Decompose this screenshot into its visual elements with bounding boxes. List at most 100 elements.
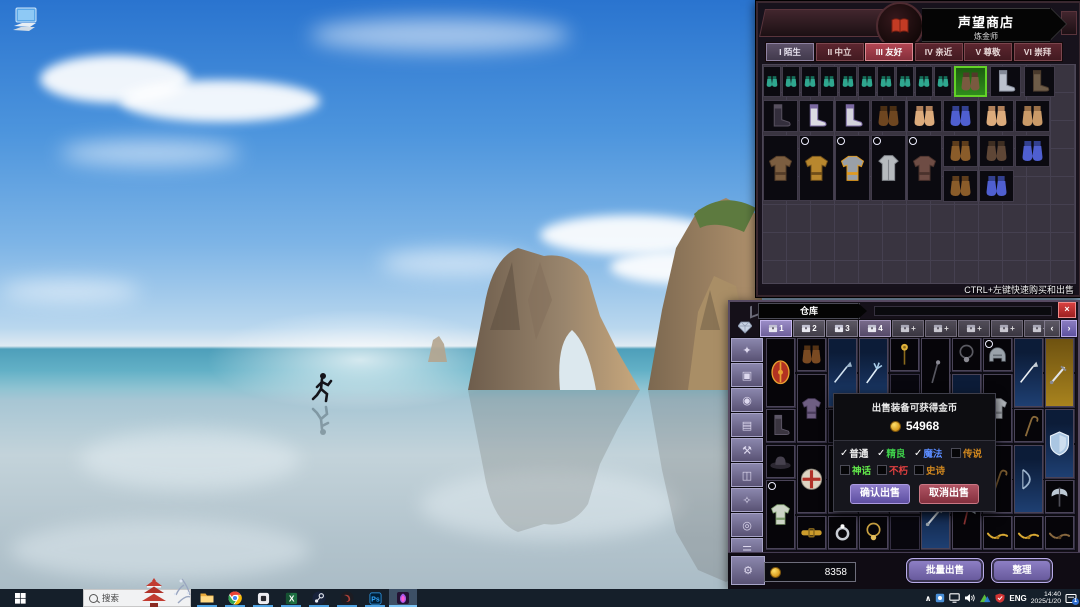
shop-item-boots[interactable] bbox=[763, 100, 798, 132]
cancel-sell-button[interactable]: 取消出售 bbox=[919, 484, 979, 504]
warehouse-item-axe2[interactable] bbox=[1045, 480, 1074, 513]
rarity-option-checkbox[interactable]: ✓魔法 bbox=[914, 446, 951, 460]
shop-item-gloves[interactable] bbox=[979, 170, 1014, 202]
close-icon[interactable]: × bbox=[1058, 302, 1076, 318]
rarity-option-checkbox[interactable]: 传说 bbox=[951, 446, 988, 460]
shop-item-gloves[interactable] bbox=[858, 66, 876, 97]
warehouse-item-gloves[interactable] bbox=[797, 338, 826, 371]
warehouse-tab-2[interactable]: 2 bbox=[793, 320, 825, 337]
shop-item-boots[interactable] bbox=[835, 100, 870, 132]
search-input[interactable]: 搜索 bbox=[83, 589, 191, 607]
warehouse-item-helmet[interactable] bbox=[983, 338, 1012, 371]
warehouse-tab-+[interactable]: + bbox=[925, 320, 957, 337]
shop-item-gloves[interactable] bbox=[907, 100, 942, 132]
warehouse-item-cane[interactable] bbox=[1014, 409, 1043, 442]
warehouse-item-hat[interactable] bbox=[766, 445, 795, 478]
shop-tab-6[interactable]: VI 崇拜 bbox=[1014, 43, 1062, 61]
filter-wands-icon[interactable]: ✧ bbox=[731, 488, 763, 512]
shop-item-boots[interactable] bbox=[990, 66, 1021, 97]
warehouse-tab-+[interactable]: + bbox=[892, 320, 924, 337]
shop-item-gloves[interactable] bbox=[1015, 100, 1050, 132]
shop-item-gloves[interactable] bbox=[915, 66, 933, 97]
shop-item-gloves[interactable] bbox=[871, 100, 906, 132]
shop-tab-4[interactable]: IV 亲近 bbox=[915, 43, 963, 61]
rarity-option-checkbox[interactable]: 神话 bbox=[840, 463, 877, 477]
shop-item-gloves[interactable] bbox=[877, 66, 895, 97]
warehouse-item-boots[interactable] bbox=[766, 409, 795, 442]
warehouse-tab-3[interactable]: 3 bbox=[826, 320, 858, 337]
warehouse-tab-1[interactable]: 1 bbox=[760, 320, 792, 337]
shop-item-gloves[interactable] bbox=[943, 170, 978, 202]
warehouse-item-scepter[interactable] bbox=[890, 338, 919, 371]
notification-center-icon[interactable]: 1 bbox=[1065, 593, 1077, 604]
filter-potions-icon[interactable]: ◫ bbox=[731, 463, 763, 487]
warehouse-item-necklace[interactable] bbox=[983, 516, 1012, 549]
shop-item-robe[interactable] bbox=[871, 135, 906, 201]
batch-sell-button[interactable]: 批量出售 bbox=[906, 558, 984, 583]
shop-item-armor[interactable] bbox=[799, 135, 834, 201]
warehouse-item-amulet[interactable] bbox=[952, 338, 981, 371]
filter-helmets-icon[interactable]: ◉ bbox=[731, 388, 763, 412]
shop-item-gloves[interactable] bbox=[943, 100, 978, 132]
warehouse-item-amulet[interactable] bbox=[859, 516, 888, 549]
shop-item-boots[interactable] bbox=[1024, 66, 1055, 97]
shop-item-gloves[interactable] bbox=[839, 66, 857, 97]
rarity-option-checkbox[interactable]: 不朽 bbox=[877, 463, 914, 477]
taskbar-app-excel[interactable]: X bbox=[277, 589, 305, 607]
taskbar-app-purple-game[interactable] bbox=[389, 589, 417, 607]
shop-tab-5[interactable]: V 尊敬 bbox=[964, 43, 1012, 61]
gem-icon[interactable] bbox=[738, 321, 752, 339]
start-button[interactable] bbox=[0, 589, 40, 607]
warehouse-item-shield_round[interactable] bbox=[797, 445, 826, 514]
shop-item-gloves[interactable] bbox=[979, 135, 1014, 167]
warehouse-tab-4[interactable]: 4 bbox=[859, 320, 891, 337]
taskbar-app-dark-game[interactable] bbox=[333, 589, 361, 607]
confirm-sell-button[interactable]: 确认出售 bbox=[850, 484, 910, 504]
warehouse-item-spear[interactable] bbox=[1014, 338, 1043, 407]
warehouse-item-bow[interactable] bbox=[1014, 445, 1043, 514]
shop-item-boots[interactable] bbox=[799, 100, 834, 132]
warehouse-tab-+[interactable]: + bbox=[958, 320, 990, 337]
rarity-option-checkbox[interactable]: ✓精良 bbox=[877, 446, 914, 460]
tray-app-window-icon[interactable] bbox=[935, 593, 945, 603]
shop-item-armor[interactable] bbox=[835, 135, 870, 201]
shop-item-gloves[interactable] bbox=[979, 100, 1014, 132]
rarity-option-checkbox[interactable]: ✓普通 bbox=[840, 446, 877, 460]
warehouse-item-sword[interactable] bbox=[1045, 338, 1074, 407]
filter-chests-icon[interactable]: ▣ bbox=[731, 363, 763, 387]
shop-item-gloves[interactable] bbox=[801, 66, 819, 97]
warehouse-item-shield_oval[interactable] bbox=[766, 338, 795, 407]
shop-item-gloves[interactable] bbox=[782, 66, 800, 97]
warehouse-item-necklace[interactable] bbox=[1045, 516, 1074, 549]
taskbar-app-photoshop[interactable]: Ps bbox=[361, 589, 389, 607]
settings-gear-icon[interactable]: ⚙ bbox=[731, 556, 765, 585]
shop-item-gloves[interactable] bbox=[943, 135, 978, 167]
filter-bells-icon[interactable]: ◎ bbox=[731, 513, 763, 537]
clock[interactable]: 14:402025/1/20 bbox=[1031, 591, 1061, 606]
shop-item-gloves[interactable] bbox=[820, 66, 838, 97]
warehouse-item-belt[interactable] bbox=[797, 516, 826, 549]
filter-forge-icon[interactable]: ⚒ bbox=[731, 438, 763, 462]
taskbar-app-file-explorer[interactable] bbox=[193, 589, 221, 607]
shop-tab-1[interactable]: I 陌生 bbox=[766, 43, 814, 61]
warehouse-item-armor[interactable] bbox=[766, 480, 795, 549]
shop-item-armor[interactable] bbox=[763, 135, 798, 201]
tray-chevron-up-icon[interactable]: ∧ bbox=[925, 594, 932, 603]
warehouse-tab-+[interactable]: + bbox=[991, 320, 1023, 337]
tray-volume-icon[interactable] bbox=[964, 593, 975, 603]
warehouse-item-armor[interactable] bbox=[797, 374, 826, 443]
tray-display-icon[interactable] bbox=[949, 593, 960, 603]
rarity-option-checkbox[interactable]: 史诗 bbox=[914, 463, 951, 477]
warehouse-item-shield_kite[interactable] bbox=[1045, 409, 1074, 478]
tabs-prev-icon[interactable]: ‹ bbox=[1044, 320, 1060, 337]
tray-gpu-triangle-icon[interactable] bbox=[979, 593, 991, 603]
shop-item-gloves[interactable] bbox=[1015, 135, 1050, 167]
taskbar-app-steam[interactable] bbox=[305, 589, 333, 607]
filter-all-icon[interactable]: ✦ bbox=[731, 338, 763, 362]
language-indicator[interactable]: ENG bbox=[1009, 594, 1026, 603]
shop-item-armor[interactable] bbox=[907, 135, 942, 201]
filter-boxes-icon[interactable]: ▤ bbox=[731, 413, 763, 437]
tabs-next-icon[interactable]: › bbox=[1061, 320, 1077, 337]
desktop-icon-this-pc[interactable] bbox=[10, 6, 40, 34]
shop-item-gloves[interactable] bbox=[896, 66, 914, 97]
